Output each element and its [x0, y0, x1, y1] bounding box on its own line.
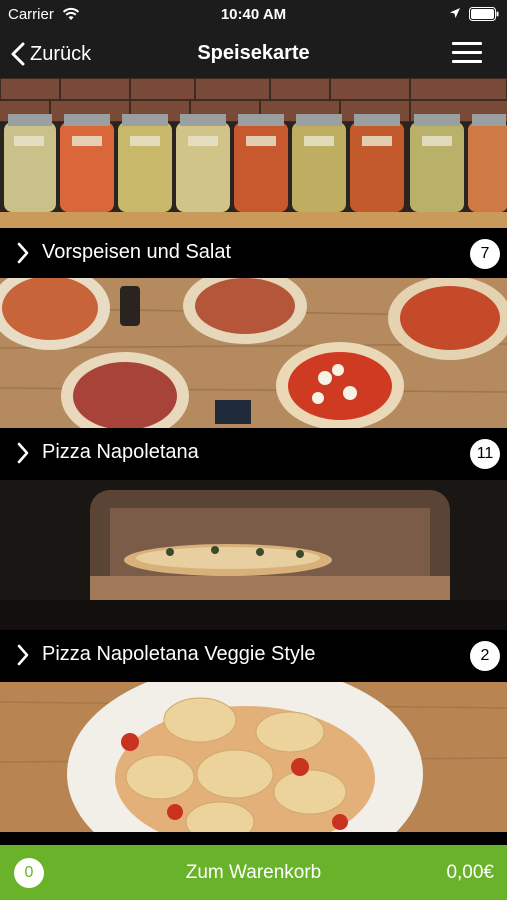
location-icon — [450, 8, 460, 18]
category-label: Pizza Napoletana — [42, 441, 199, 463]
category-image-ravioli — [0, 682, 507, 845]
chevron-right-icon — [17, 242, 29, 264]
cart-bar[interactable]: 0 Zum Warenkorb 0,00€ — [0, 845, 507, 900]
category-ravioli[interactable] — [0, 682, 507, 845]
category-bar: Pizza Napoletana 11 — [0, 428, 507, 478]
category-image-pizzas — [0, 278, 507, 428]
category-pizza-napoletana[interactable]: Pizza Napoletana 11 — [0, 278, 507, 478]
status-bar: Carrier 10:40 AM — [0, 0, 507, 30]
cart-button-label: Zum Warenkorb — [185, 862, 322, 883]
category-count-badge: 7 — [470, 239, 500, 269]
category-bar: Pizza Napoletana Veggie Style 2 — [0, 630, 507, 680]
page-title: Speisekarte — [197, 42, 310, 64]
navigation-bar: Zurück Speisekarte — [0, 30, 507, 78]
category-vorspeisen[interactable]: Vorspeisen und Salat 7 — [0, 78, 507, 278]
category-image-jars — [0, 78, 507, 228]
cart-total: 0,00€ — [446, 862, 494, 883]
category-count-badge: 2 — [470, 641, 500, 671]
category-label: Pizza Napoletana Veggie Style — [42, 643, 316, 665]
battery-icon — [469, 7, 499, 21]
category-count-badge: 11 — [470, 439, 500, 469]
category-pizza-veggie[interactable]: Pizza Napoletana Veggie Style 2 — [0, 480, 507, 680]
hamburger-menu-icon[interactable] — [452, 40, 484, 66]
category-label: Vorspeisen und Salat — [42, 241, 232, 263]
clock: 10:40 AM — [220, 6, 287, 23]
category-bar: Vorspeisen und Salat 7 — [0, 228, 507, 278]
chevron-right-icon — [17, 442, 29, 464]
chevron-right-icon — [17, 644, 29, 666]
category-image-oven — [0, 480, 507, 630]
